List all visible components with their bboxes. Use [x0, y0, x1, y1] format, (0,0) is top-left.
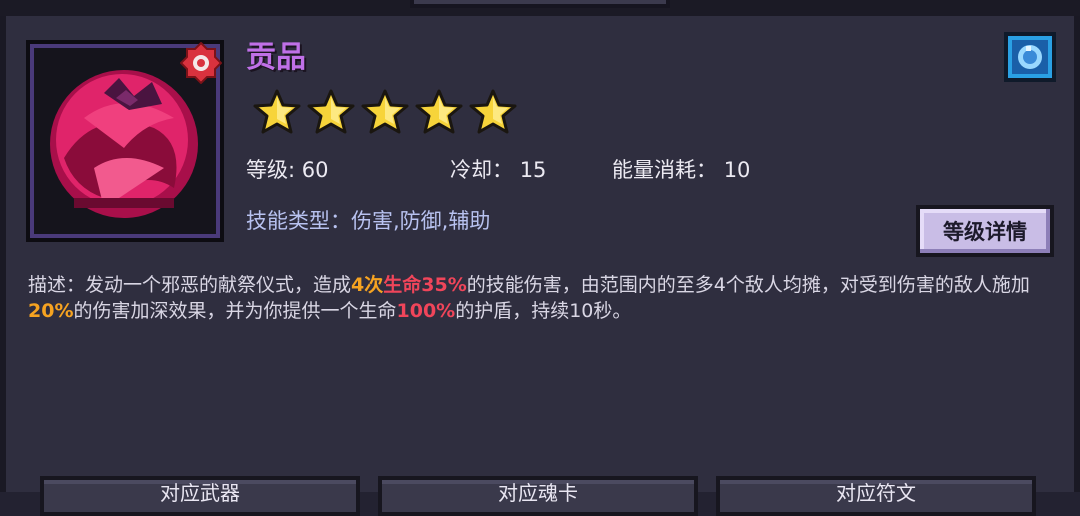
star-icon — [468, 88, 518, 140]
cooldown-value: 15 — [519, 158, 547, 182]
star-icon — [414, 88, 464, 140]
level-detail-button[interactable]: 等级详情 — [916, 205, 1054, 257]
cooldown-label: 冷却： — [450, 158, 513, 182]
desc-text-5: 的护盾，持续10秒。 — [455, 300, 632, 322]
level-stat: 等级: 60 — [246, 154, 329, 184]
desc-highlight-hits: 4次 — [351, 274, 384, 296]
blue-gem-icon[interactable] — [1004, 32, 1056, 82]
title-tab — [410, 0, 670, 8]
rune-button[interactable]: 对应符文 — [716, 476, 1036, 516]
soul-card-button[interactable]: 对应魂卡 — [378, 476, 698, 516]
skill-type-line: 技能类型：伤害,防御,辅助 — [246, 209, 491, 233]
level-label: 等级: — [246, 158, 296, 182]
level-value: 60 — [301, 158, 329, 182]
desc-text-4: 的伤害加深效果，并为你提供一个生命 — [73, 300, 397, 322]
energy-label: 能量消耗： — [612, 158, 717, 182]
desc-highlight-shield: 100% — [396, 300, 456, 322]
cooldown-stat: 冷却： 15 — [450, 154, 546, 184]
star-icon — [252, 88, 302, 140]
skill-name: 贡品 — [246, 40, 306, 75]
star-icon — [306, 88, 356, 140]
desc-highlight-amplify: 20% — [28, 300, 74, 322]
skill-description: 描述：发动一个邪恶的献祭仪式，造成4次生命35%的技能伤害，由范围内的至多4个敌… — [28, 272, 1058, 324]
energy-stat: 能量消耗： 10 — [612, 154, 750, 184]
star-rating — [252, 88, 518, 140]
red-badge-icon — [179, 41, 223, 85]
weapon-button[interactable]: 对应武器 — [40, 476, 360, 516]
star-icon — [360, 88, 410, 140]
energy-value: 10 — [723, 158, 751, 182]
desc-text-3: 的技能伤害，由范围内的至多4个敌人均摊，对受到伤害的敌人施加 — [466, 274, 1030, 296]
desc-highlight-life-damage: 生命35% — [383, 274, 467, 296]
desc-text-1: 描述：发动一个邪恶的献祭仪式，造成 — [28, 274, 352, 296]
